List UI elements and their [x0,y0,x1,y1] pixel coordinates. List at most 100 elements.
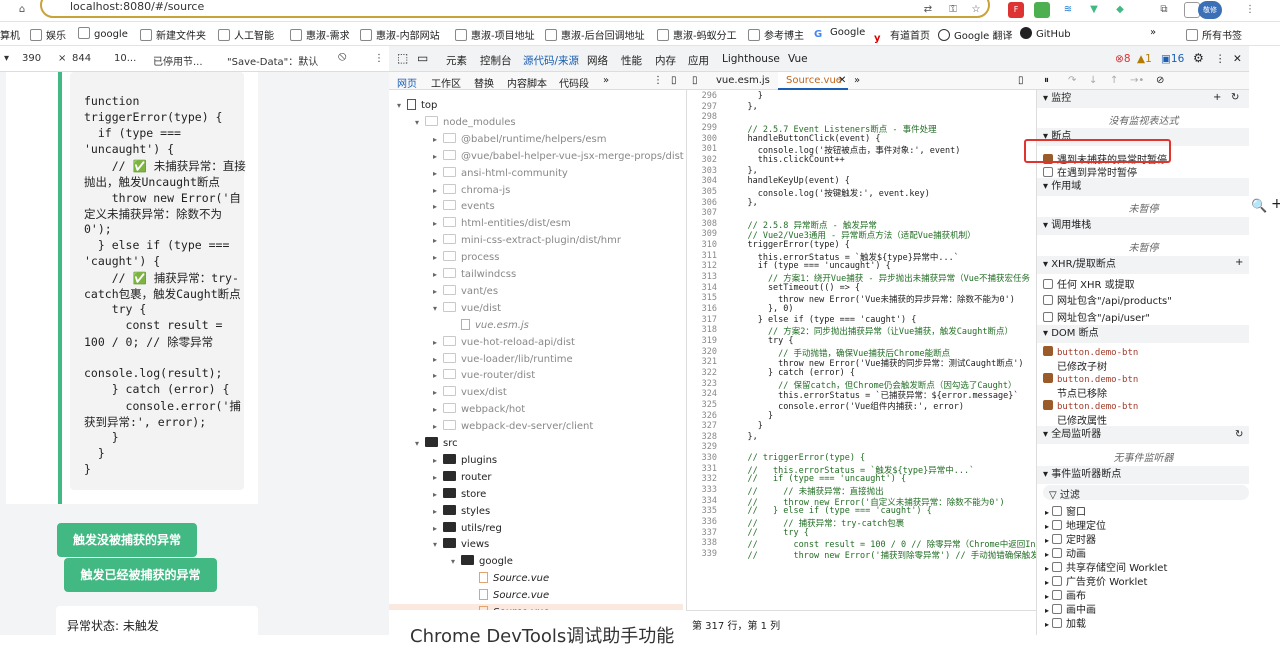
tree-item[interactable]: ▸ @vue/babel-helper-vue-jsx-merge-props/d… [433,149,684,162]
expand-icon[interactable]: ▸ [433,422,443,431]
line-number[interactable]: 309 [687,229,717,239]
line-number[interactable]: 327 [687,421,717,431]
dropdown-icon[interactable]: ▾ [4,53,9,64]
line-number[interactable]: 328 [687,432,717,442]
checkbox-unchecked[interactable] [1052,590,1063,600]
expand-icon[interactable]: ▸ [433,338,443,347]
pause-caught-checkbox[interactable]: 在遇到异常时暂停 [1043,164,1137,179]
expand-icon[interactable]: ▾ [433,540,443,549]
expand-icon[interactable]: ▸ [1045,508,1049,517]
bookmark-item[interactable]: 惠淑-内部网站 [360,27,440,42]
checkbox-checked[interactable] [1043,373,1053,383]
tab-console[interactable]: 控制台 [480,53,512,68]
tree-item[interactable]: ▸ store [433,487,486,500]
tab-snippets[interactable]: 代码段 [559,75,589,90]
throttle-select[interactable]: 已停用节... [153,53,203,68]
height-field[interactable]: 844 [72,53,91,64]
expand-icon[interactable]: ▸ [1045,550,1049,559]
line-number[interactable]: 316 [687,304,717,314]
expand-icon[interactable]: ▸ [1045,564,1049,573]
tree-item[interactable]: ▾ views [433,538,489,550]
toggle-debugger-icon[interactable]: ▯ [1018,75,1024,86]
tree-item[interactable]: ▸ @babel/runtime/helpers/esm [433,132,606,145]
tree-item[interactable]: ▸ chroma-js [433,183,510,196]
more-tabs-icon[interactable]: » [603,75,609,86]
tree-item[interactable]: Source.vue [469,572,549,584]
line-number[interactable]: 313 [687,272,717,282]
checkbox-unchecked[interactable] [1043,167,1053,177]
event-category[interactable]: ▸ 画布 [1045,587,1086,602]
line-number[interactable]: 325 [687,400,717,410]
tab-network[interactable]: 网络 [587,53,608,68]
tree-item[interactable]: ▸ vue-hot-reload-api/dist [433,335,575,348]
expand-icon[interactable]: ▾ [433,304,443,313]
checkbox-unchecked[interactable] [1052,506,1063,516]
bookmark-item[interactable]: GitHub [1020,27,1071,40]
line-number[interactable]: 334 [687,496,717,506]
dom-section[interactable]: ▾ DOM 断点 [1037,325,1249,343]
expand-icon[interactable]: ▸ [1045,606,1049,615]
error-count[interactable]: ⊗8 [1115,53,1131,65]
bookmark-item[interactable]: 惠淑-需求 [290,27,350,42]
warning-count[interactable]: ▲1 [1137,53,1152,65]
line-number[interactable]: 298 [687,112,717,122]
line-number[interactable]: 305 [687,187,717,197]
tree-item[interactable]: ▸ plugins [433,453,497,466]
line-number[interactable]: 319 [687,336,717,346]
event-category[interactable]: ▸ 地理定位 [1045,517,1106,532]
settings-icon[interactable]: ⚙ [1193,51,1204,65]
line-number[interactable]: 335 [687,506,717,516]
dom-breakpoint[interactable]: button.demo-btn [1043,346,1138,358]
line-number[interactable]: 301 [687,144,717,154]
checkbox-unchecked[interactable] [1052,618,1063,628]
tree-item[interactable]: ▸ vuex/dist [433,386,507,398]
tree-item[interactable]: ▾ src [415,437,458,449]
checkbox-checked[interactable] [1043,400,1053,410]
bookmark-item[interactable]: 惠淑-蚂蚁分工 [657,27,737,42]
issue-count[interactable]: ▣16 [1161,53,1184,65]
expand-icon[interactable]: ▸ [433,186,443,195]
bookmark-item[interactable]: 新建文件夹 [140,27,206,42]
line-number[interactable]: 338 [687,538,717,548]
line-number[interactable]: 329 [687,442,717,452]
home-icon[interactable]: ⌂ [14,2,30,18]
vue-devtools-icon[interactable]: ▼ [1086,2,1102,18]
expand-icon[interactable]: ▸ [433,490,443,499]
expand-icon[interactable]: ▸ [433,135,443,144]
line-number[interactable]: 332 [687,474,717,484]
editor-tab[interactable]: vue.esm.js [716,75,770,86]
event-category[interactable]: ▸ 广告竞价 Worklet [1045,573,1147,588]
expand-icon[interactable]: ▸ [433,152,443,161]
expand-icon[interactable]: ▸ [1045,522,1049,531]
checkbox-unchecked[interactable] [1052,562,1063,572]
tree-item[interactable]: ▸ process [433,251,499,263]
tab-elements[interactable]: 元素 [446,53,467,68]
save-data-select[interactable]: "Save-Data"：默认 [227,53,318,68]
step-into-icon[interactable]: ↓ [1089,75,1097,86]
line-number[interactable]: 323 [687,379,717,389]
bookmark-item[interactable]: y 有道首页 [874,27,930,45]
tree-item[interactable]: ▾ vue/dist [433,301,501,314]
tab-workspace[interactable]: 工作区 [431,75,461,90]
checkbox-unchecked[interactable] [1043,312,1053,322]
line-number[interactable]: 339 [687,549,717,559]
collapse-icon[interactable]: ▯ [671,75,677,86]
expand-icon[interactable]: ▸ [433,202,443,211]
event-category[interactable]: ▸ 动画 [1045,545,1086,560]
rotate-icon[interactable]: ⦸ [338,49,346,64]
editor-tab-active[interactable]: Source.vue [786,75,842,86]
event-section[interactable]: ▾ 事件监听器断点 [1037,466,1249,484]
device-icon[interactable]: ▭ [417,51,428,65]
checkbox-unchecked[interactable] [1052,576,1063,586]
extension-icon[interactable]: F [1008,2,1024,18]
line-number[interactable]: 303 [687,166,717,176]
add-icon[interactable]: + [1235,257,1243,268]
refresh-icon[interactable]: ↻ [1235,429,1243,440]
trigger-uncaught-button[interactable]: 触发没被捕获的异常 [57,523,197,557]
line-number[interactable]: 320 [687,347,717,357]
global-section[interactable]: ▾ 全局监听器 [1037,426,1249,444]
deactivate-breakpoints-icon[interactable]: ⊘ [1156,75,1164,86]
expand-icon[interactable]: ▸ [1045,578,1049,587]
bookmark-item[interactable]: 算机 [0,27,20,42]
zoom-select[interactable]: 10... [114,53,136,64]
